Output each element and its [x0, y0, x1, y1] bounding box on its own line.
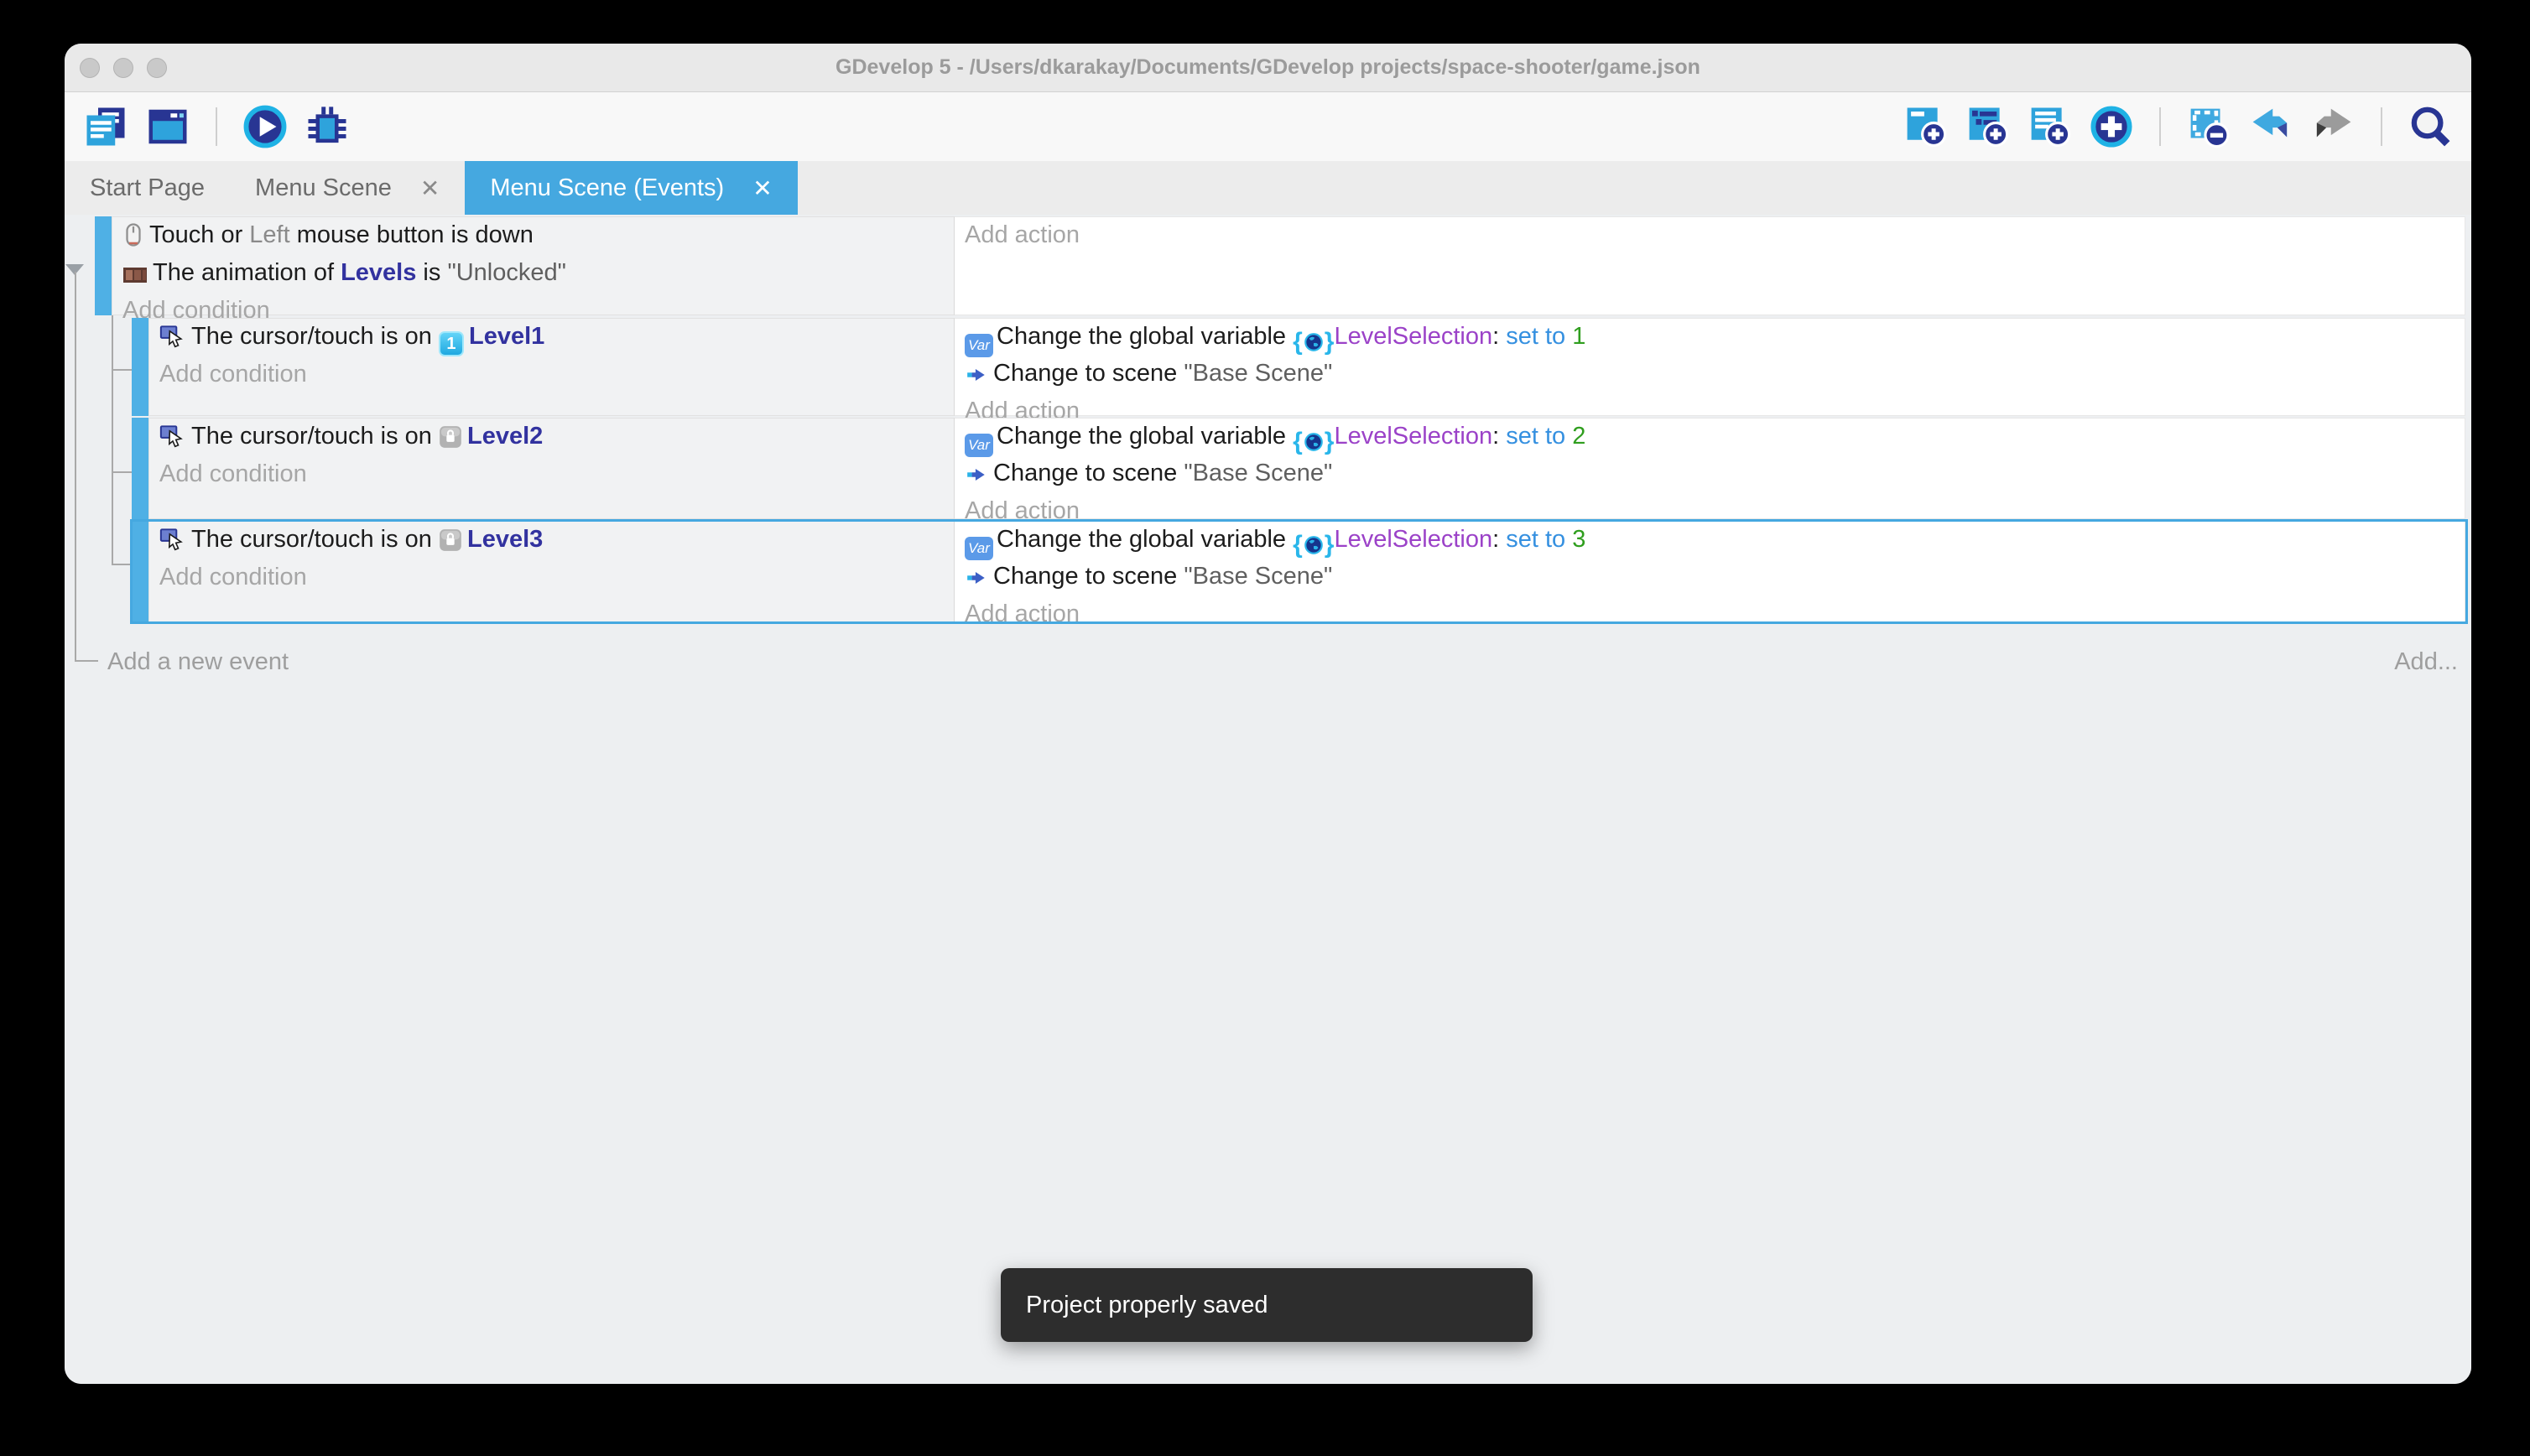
gdevelop-window: GDevelop 5 - /Users/dkarakay/Documents/G… [65, 44, 2471, 1384]
main-toolbar [65, 92, 2471, 161]
cursor-icon [159, 324, 186, 358]
actions-column: VarChange the global variable {}LevelSel… [955, 418, 2465, 519]
event-row[interactable]: Touch or Left mouse button is down The a… [112, 216, 2465, 315]
action-change-scene[interactable]: Change to scene "Base Scene" [955, 357, 2465, 395]
action-change-scene[interactable]: Change to scene "Base Scene" [955, 457, 2465, 495]
titlebar: GDevelop 5 - /Users/dkarakay/Documents/G… [65, 44, 2471, 92]
change-scene-arrow-icon [965, 362, 988, 395]
condition-cursor-on[interactable]: The cursor/touch is on Level2 [149, 420, 954, 458]
event-indent-bar [95, 216, 112, 315]
level1-thumbnail-icon: 1 [439, 331, 464, 356]
window-title: GDevelop 5 - /Users/dkarakay/Documents/G… [65, 55, 2471, 80]
global-variable-icon: {} [1293, 533, 1334, 557]
global-variable-icon: {} [1293, 330, 1334, 354]
delete-selection-icon[interactable] [2186, 104, 2231, 149]
tab-label: Menu Scene [255, 174, 392, 202]
action-change-variable[interactable]: VarChange the global variable {}LevelSel… [955, 320, 2465, 357]
event-row[interactable]: The cursor/touch is on Level2 Add condit… [148, 418, 2465, 519]
tab-label: Start Page [90, 174, 205, 202]
scene-editor-icon[interactable] [145, 104, 190, 149]
action-change-variable[interactable]: VarChange the global variable {}LevelSel… [955, 523, 2465, 560]
tree-line [75, 660, 98, 662]
add-more-button[interactable]: Add... [2394, 648, 2458, 676]
add-subevent-icon[interactable] [1965, 104, 2010, 149]
tab-menu-scene[interactable]: Menu Scene ✕ [230, 161, 465, 215]
animation-icon [122, 262, 148, 294]
mouse-icon [122, 222, 144, 257]
add-condition-button[interactable]: Add condition [149, 358, 954, 391]
tree-line [75, 272, 76, 662]
lock-icon [439, 528, 462, 561]
tab-label: Menu Scene (Events) [490, 174, 724, 202]
tab-menu-scene-events[interactable]: Menu Scene (Events) ✕ [465, 161, 797, 215]
event-row-selected[interactable]: The cursor/touch is on Level3 Add condit… [148, 521, 2465, 622]
tree-line [112, 564, 132, 565]
cursor-icon [159, 424, 186, 458]
event-row[interactable]: The cursor/touch is on 1Level1 Add condi… [148, 318, 2465, 416]
conditions-column: The cursor/touch is on 1Level1 Add condi… [148, 318, 955, 416]
add-more-icon[interactable] [2089, 104, 2134, 149]
actions-column: VarChange the global variable {}LevelSel… [955, 521, 2465, 622]
action-change-variable[interactable]: VarChange the global variable {}LevelSel… [955, 420, 2465, 457]
undo-icon[interactable] [2248, 104, 2293, 149]
tree-line [112, 315, 113, 565]
actions-column: VarChange the global variable {}LevelSel… [955, 318, 2465, 416]
event-indent-bar [132, 521, 148, 622]
close-tab-icon[interactable]: ✕ [752, 174, 772, 202]
close-tab-icon[interactable]: ✕ [420, 174, 440, 202]
lock-icon [439, 425, 462, 458]
events-sheet: Touch or Left mouse button is down The a… [65, 215, 2471, 1384]
toolbar-divider [216, 107, 217, 146]
conditions-column: The cursor/touch is on Level3 Add condit… [148, 521, 955, 622]
add-action-button[interactable]: Add action [955, 219, 2465, 252]
add-event-icon[interactable] [1903, 104, 1948, 149]
search-icon[interactable] [2408, 104, 2453, 149]
actions-column: Add action [955, 216, 2465, 315]
global-variable-icon: {} [1293, 430, 1334, 454]
debug-icon[interactable] [305, 104, 350, 149]
tab-start-page[interactable]: Start Page [65, 161, 230, 215]
change-scene-arrow-icon [965, 462, 988, 495]
toast-message: Project properly saved [1026, 1292, 1268, 1319]
condition-cursor-on[interactable]: The cursor/touch is on 1Level1 [149, 320, 954, 358]
conditions-column: Touch or Left mouse button is down The a… [112, 216, 955, 315]
save-toast: Project properly saved [1001, 1268, 1533, 1342]
tab-bar: Start Page Menu Scene ✕ Menu Scene (Even… [65, 161, 2471, 215]
change-scene-arrow-icon [965, 565, 988, 598]
event-indent-bar [132, 418, 148, 519]
add-comment-icon[interactable] [2027, 104, 2072, 149]
condition-cursor-on[interactable]: The cursor/touch is on Level3 [149, 523, 954, 561]
project-manager-icon[interactable] [83, 104, 128, 149]
variable-icon: Var [965, 434, 993, 457]
event-indent-bar [132, 318, 148, 416]
variable-icon: Var [965, 334, 993, 357]
add-condition-button[interactable]: Add condition [149, 458, 954, 491]
add-action-button[interactable]: Add action [955, 598, 2465, 631]
conditions-column: The cursor/touch is on Level2 Add condit… [148, 418, 955, 519]
cursor-icon [159, 527, 186, 561]
condition-touch-mouse[interactable]: Touch or Left mouse button is down [112, 219, 954, 257]
tree-line [112, 471, 132, 473]
tree-line [112, 369, 132, 371]
toolbar-divider [2159, 107, 2161, 146]
add-condition-button[interactable]: Add condition [149, 561, 954, 594]
add-new-event-button[interactable]: Add a new event [107, 648, 289, 676]
action-change-scene[interactable]: Change to scene "Base Scene" [955, 560, 2465, 598]
variable-icon: Var [965, 537, 993, 560]
redo-icon[interactable] [2310, 104, 2356, 149]
play-icon[interactable] [242, 104, 288, 149]
condition-animation[interactable]: The animation of Levels is "Unlocked" [112, 257, 954, 294]
toolbar-divider [2381, 107, 2382, 146]
